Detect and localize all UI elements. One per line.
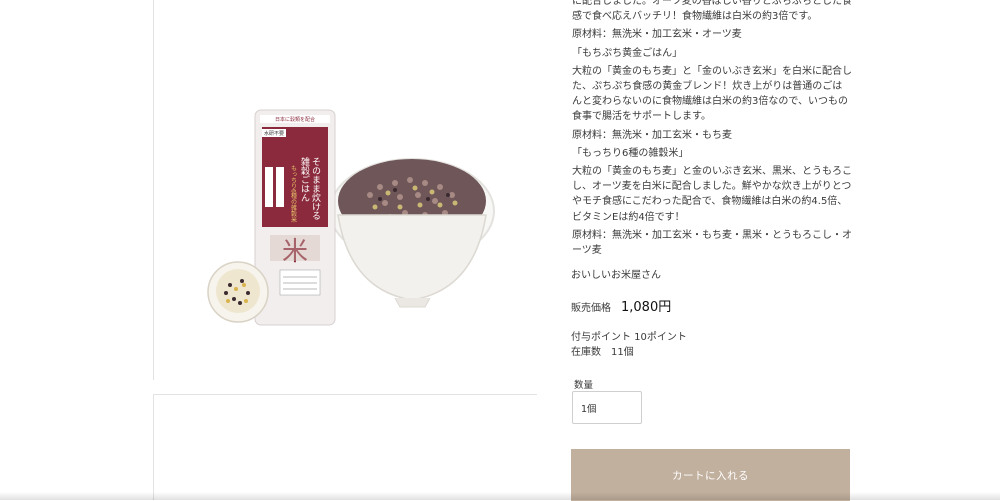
- description-line: 大粒の「黄金のもち麦」と金のいぶき玄米、黒米、とうもろこし、オーツ麦を白米に配合…: [572, 166, 852, 223]
- description-line: に配合しました。オーツ麦の香ばしい香りとぷちぷちとした食感で食べ応えバッチリ！食…: [572, 0, 852, 23]
- price-value: 1,080円: [621, 300, 672, 315]
- description-line: 大粒の「黄金のもち麦」と「金のいぶき玄米」を白米に配合した、ぷちぷち食感の黄金ブ…: [572, 65, 852, 123]
- quantity-select[interactable]: 1個: [572, 391, 642, 424]
- quantity-label: 数量: [574, 380, 594, 391]
- description-line: 原材料：無洗米・加工玄米・もち麦: [572, 129, 732, 141]
- product-description: に配合しました。オーツ麦の香ばしい香りとぷちぷちとした食感で食べ応えバッチリ！食…: [572, 0, 852, 261]
- description-heading: 「もっちり6種の雑穀米」: [572, 147, 689, 159]
- thumbnail-divider: [153, 394, 154, 500]
- svg-text:もっちり6種の雑穀米: もっちり6種の雑穀米: [290, 165, 297, 224]
- points-text: 付与ポイント 10ポイント: [571, 332, 687, 343]
- description-line: 原材料：無洗米・加工玄米・もち麦・黒米・とうもろこし・オーツ麦: [572, 229, 852, 257]
- shop-name: おいしいお米屋さん: [571, 270, 661, 281]
- stock-text: 在庫数 11個: [571, 347, 634, 358]
- product-image[interactable]: 日本に穀類を配合 水研不要 そのまま炊ける 雑穀ごはん もっちり6種の雑穀米 米: [200, 95, 500, 335]
- description-line: 原材料：無洗米・加工玄米・オーツ麦: [572, 29, 742, 41]
- quantity-value: 1個: [581, 403, 597, 415]
- bottom-edge-shadow: [0, 492, 1000, 500]
- product-gallery: 日本に穀類を配合 水研不要 そのまま炊ける 雑穀ごはん もっちり6種の雑穀米 米: [0, 0, 560, 500]
- svg-text:水研不要: 水研不要: [264, 130, 284, 137]
- price-label: 販売価格: [571, 303, 611, 314]
- svg-text:日本に穀類を配合: 日本に穀類を配合: [275, 116, 315, 123]
- price-row: 販売価格 1,080円: [571, 296, 671, 315]
- svg-text:そのまま炊ける: そのまま炊ける: [310, 157, 321, 220]
- description-heading: 「もちぷち黄金ごはん」: [572, 47, 683, 59]
- gallery-divider-horizontal: [153, 394, 537, 395]
- svg-text:雑穀ごはん: 雑穀ごはん: [299, 156, 310, 202]
- gallery-divider-vertical: [153, 0, 154, 380]
